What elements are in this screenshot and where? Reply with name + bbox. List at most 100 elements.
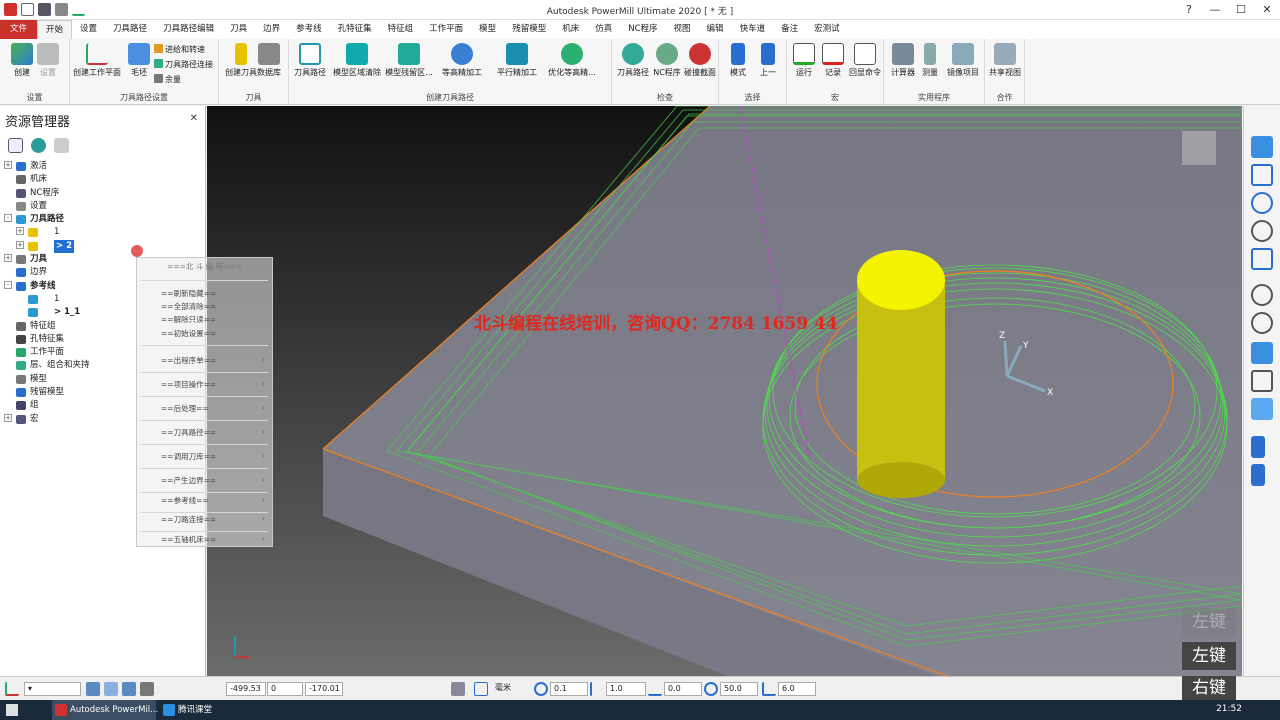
share-view-button[interactable]: 共享视图	[985, 43, 1025, 78]
ruler-icon[interactable]	[451, 682, 465, 696]
tab-15[interactable]: NC程序	[620, 20, 665, 39]
context-menu-item[interactable]: ==产生边界==	[161, 475, 216, 486]
wireframe-icon[interactable]	[1251, 370, 1273, 392]
constant-z-button[interactable]: 等高精加工	[437, 43, 487, 78]
thickness-field[interactable]: 1.0	[606, 682, 646, 696]
tab-20[interactable]: 宏测试	[806, 20, 848, 39]
globe-icon[interactable]	[31, 138, 46, 153]
tree-node[interactable]: 设置	[4, 200, 204, 213]
expand-toggle-icon[interactable]: -	[4, 214, 12, 223]
tab-9[interactable]: 特征组	[380, 20, 422, 39]
x-coordinate-field[interactable]: -499.53	[226, 682, 266, 696]
tab-0[interactable]: 文件	[0, 20, 38, 39]
view-front-icon[interactable]	[1251, 164, 1273, 186]
tab-2[interactable]: 设置	[72, 20, 105, 39]
shaded-icon[interactable]	[1251, 342, 1273, 364]
toolpath-strategy-button[interactable]: 刀具路径	[289, 43, 331, 78]
context-menu-item[interactable]: ==参考线==	[161, 495, 209, 506]
context-menu-item[interactable]: ==全部清除==	[161, 301, 216, 312]
verify-toolpath-button[interactable]: 刀具路径	[614, 43, 652, 78]
snap-icon[interactable]	[86, 682, 100, 696]
model-area-clear-button[interactable]: 模型区域清除	[331, 43, 383, 78]
echo-commands-button[interactable]: 回显命令	[845, 43, 885, 78]
feed-rate-button[interactable]: 进给和转速	[154, 44, 205, 55]
context-menu-item[interactable]: ==项目操作==	[161, 379, 216, 390]
diameter-field[interactable]: 50.0	[720, 682, 758, 696]
block-button[interactable]: 毛坯	[124, 43, 154, 78]
explorer-close-button[interactable]: ✕	[190, 113, 198, 124]
tab-6[interactable]: 边界	[255, 20, 288, 39]
expand-toggle-icon[interactable]: +	[4, 161, 12, 169]
optimized-constant-z-button[interactable]: 优化等高精...	[544, 43, 600, 78]
tree-view-icon[interactable]	[8, 138, 23, 153]
workplane-select[interactable]: ▾	[24, 682, 81, 696]
close-button[interactable]: ✕	[1254, 0, 1280, 20]
select-previous-button[interactable]: 上一	[751, 43, 785, 78]
taskbar-item-powermill[interactable]: Autodesk PowerMil...	[52, 700, 158, 720]
angle-field[interactable]: 6.0	[778, 682, 816, 696]
snap-grid-icon[interactable]	[104, 682, 118, 696]
tab-3[interactable]: 刀具路径	[105, 20, 155, 39]
select-cursor-icon[interactable]	[1251, 436, 1265, 458]
view-cube[interactable]	[1182, 131, 1216, 165]
tab-16[interactable]: 视图	[666, 20, 699, 39]
transparent-icon[interactable]	[1251, 398, 1273, 420]
tree-node[interactable]: + 激活	[4, 160, 204, 173]
tree-node[interactable]: NC程序	[4, 187, 204, 200]
tab-14[interactable]: 仿真	[587, 20, 620, 39]
context-menu-item[interactable]: ==刀路连接==	[161, 514, 216, 525]
tab-4[interactable]: 刀具路径编辑	[155, 20, 222, 39]
context-menu-item[interactable]: ==后处理==	[161, 403, 209, 414]
minimize-button[interactable]: —	[1202, 0, 1228, 20]
refresh-icon[interactable]	[1251, 248, 1273, 270]
allowance-button[interactable]: 余量	[154, 74, 181, 85]
settings-button[interactable]: 设置	[26, 43, 70, 78]
expand-toggle-icon[interactable]: +	[16, 240, 24, 249]
offset-field[interactable]: 0.0	[664, 682, 702, 696]
3d-viewport[interactable]: Z Y X 左键 左键	[207, 106, 1242, 676]
tree-node[interactable]: - 刀具路径	[4, 213, 204, 226]
tab-18[interactable]: 快车道	[732, 20, 774, 39]
workplane-status-icon[interactable]	[5, 682, 19, 696]
context-menu-item[interactable]: ==解除只读==	[161, 314, 216, 325]
expand-toggle-icon[interactable]: +	[16, 227, 24, 236]
select-rotate-icon[interactable]	[1251, 464, 1265, 486]
delete-icon[interactable]	[54, 138, 69, 153]
tab-8[interactable]: 孔特征集	[330, 20, 380, 39]
database-button[interactable]: 数据库	[249, 43, 289, 78]
create-workplane-button[interactable]: 创建工作平面	[70, 43, 124, 78]
measure-button[interactable]: 测量	[918, 43, 942, 78]
context-menu-item[interactable]: ==刀具路径==	[161, 427, 216, 438]
zoom-icon[interactable]	[1251, 220, 1273, 242]
context-menu-item[interactable]: ==五轴机床==	[161, 534, 216, 545]
calculator-button[interactable]: 计算器	[886, 43, 920, 78]
help-button[interactable]: ?	[1176, 0, 1202, 20]
raster-finish-button[interactable]: 平行精加工	[492, 43, 542, 78]
zoom-box-icon[interactable]	[1251, 284, 1273, 306]
expand-toggle-icon[interactable]: -	[4, 280, 12, 289]
expand-toggle-icon[interactable]: +	[4, 254, 12, 263]
toolpath-links-button[interactable]: 刀具路径连接	[154, 59, 213, 70]
zoom-out-icon[interactable]	[1251, 312, 1273, 334]
verify-nc-button[interactable]: NC程序	[650, 43, 684, 78]
context-menu-item[interactable]: ==调用刀库==	[161, 451, 216, 462]
model-rest-button[interactable]: 模型残留区...	[383, 43, 435, 78]
start-icon[interactable]	[6, 704, 18, 716]
tab-19[interactable]: 备注	[773, 20, 806, 39]
y-coordinate-field[interactable]: 0	[267, 682, 303, 696]
tab-7[interactable]: 参考线	[288, 20, 330, 39]
tab-17[interactable]: 编辑	[699, 20, 732, 39]
maximize-button[interactable]: ☐	[1228, 0, 1254, 20]
tab-1[interactable]: 开始	[37, 20, 73, 39]
context-menu-item[interactable]: ==刷新隐藏==	[161, 288, 216, 299]
run-macro-button[interactable]: 运行	[789, 43, 819, 78]
z-coordinate-field[interactable]: -170.01	[305, 682, 343, 696]
mirror-button[interactable]: 镜像项目	[942, 43, 984, 78]
tree-node[interactable]: 机床	[4, 173, 204, 186]
tab-5[interactable]: 刀具	[222, 20, 255, 39]
collision-section-button[interactable]: 碰撞截面	[682, 43, 718, 78]
view-top-icon[interactable]	[1251, 192, 1273, 214]
context-menu-item[interactable]: ==初始设置==	[161, 328, 216, 339]
tolerance-field[interactable]: 0.1	[550, 682, 588, 696]
taskbar-item-tencent[interactable]: 腾讯课堂	[160, 700, 240, 720]
